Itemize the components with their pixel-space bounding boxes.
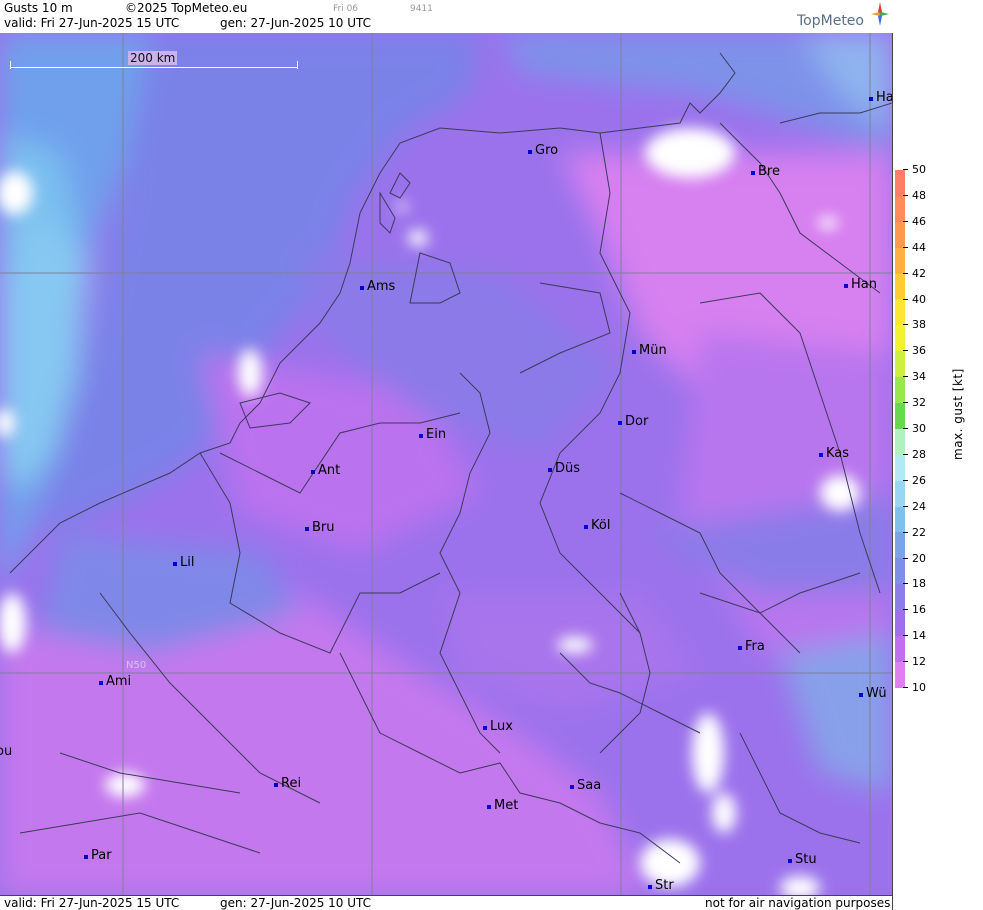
legend-tick: 18 <box>903 577 926 590</box>
legend-tick: 10 <box>903 681 926 694</box>
latitude-label: N50 <box>126 660 147 671</box>
colorbar-segment <box>895 221 905 248</box>
city-label: ou <box>0 744 13 759</box>
product-title: Gusts 10 m <box>4 1 73 15</box>
valid-time: valid: Fri 27-Jun-2025 15 UTC <box>4 16 180 30</box>
copyright: ©2025 TopMeteo.eu <box>125 1 248 15</box>
city-label: Düs <box>548 461 580 476</box>
disclaimer: not for air navigation purposes <box>705 896 891 910</box>
legend-tick: 48 <box>903 189 926 202</box>
footer-gen-time: gen: 27-Jun-2025 10 UTC <box>220 896 372 910</box>
city-label: Ams <box>360 279 395 294</box>
legend-unit-label: max. gust [kt] <box>951 368 965 460</box>
colorbar-segment <box>895 558 905 585</box>
city-label: Bre <box>751 164 780 179</box>
run-code: 9411 <box>410 4 433 14</box>
map-footer: valid: Fri 27-Jun-2025 15 UTC gen: 27-Ju… <box>0 895 893 910</box>
legend-tick: 50 <box>903 163 926 176</box>
city-label: Stu <box>788 852 817 867</box>
gen-time: gen: 27-Jun-2025 10 UTC <box>220 16 372 30</box>
colorbar-segment <box>895 428 905 455</box>
colorbar-segment <box>895 636 905 662</box>
city-label: Han <box>844 277 877 292</box>
city-label: Köl <box>584 518 610 533</box>
colorbar-segment <box>895 584 905 611</box>
legend-tick: 44 <box>903 241 926 254</box>
legend-tick: 12 <box>903 655 926 668</box>
city-label: Dor <box>618 414 648 429</box>
colorbar-segment <box>895 170 905 196</box>
topmeteo-logo: TopMeteo <box>797 2 891 30</box>
city-label: Mün <box>632 343 667 358</box>
city-label: Saa <box>570 778 601 793</box>
city-label: Ha <box>869 90 892 105</box>
city-label: Str <box>648 878 674 893</box>
colorbar-segment <box>895 480 905 507</box>
scale-bar: 200 km <box>10 51 298 69</box>
day-code: Fri 06 <box>333 4 359 14</box>
legend-tick: 40 <box>903 293 926 306</box>
legend-tick: 36 <box>903 344 926 357</box>
legend-tick: 42 <box>903 267 926 280</box>
colorbar-segment <box>895 377 905 404</box>
colorbar-segment <box>895 610 905 637</box>
colorbar-segment <box>895 273 905 300</box>
logo-text: TopMeteo <box>797 13 864 29</box>
legend-tick: 46 <box>903 215 926 228</box>
colorbar-segment <box>895 351 905 378</box>
colorbar-segment <box>895 454 905 481</box>
map-header: Gusts 10 m ©2025 TopMeteo.eu Fri 06 9411… <box>0 0 893 34</box>
city-label: Wü <box>859 686 887 701</box>
legend-tick: 32 <box>903 396 926 409</box>
legend-tick: 28 <box>903 448 926 461</box>
colorbar-segment <box>895 247 905 274</box>
map-canvas <box>0 33 892 895</box>
colorbar-segment <box>895 299 905 326</box>
legend-tick: 20 <box>903 552 926 565</box>
city-label: Lil <box>173 555 194 570</box>
city-label: Met <box>487 798 518 813</box>
colorbar-segment <box>895 532 905 559</box>
city-label: Ant <box>311 463 340 478</box>
city-label: Ami <box>99 674 131 689</box>
scale-label: 200 km <box>128 51 178 65</box>
gust-map[interactable]: 200 km N50 Ha Gro Bre Ams Han Mün Dor Ei… <box>0 33 893 895</box>
legend-tick: 26 <box>903 474 926 487</box>
legend-tick: 14 <box>903 629 926 642</box>
colorbar-segment <box>895 325 905 352</box>
legend-tick: 30 <box>903 422 926 435</box>
city-label: Gro <box>528 143 558 158</box>
legend-tick: 24 <box>903 500 926 513</box>
color-legend: 50 48 46 44 42 40 38 36 34 32 30 28 26 24 22 20 18 16 14 12… <box>893 0 983 909</box>
legend-tick: 38 <box>903 318 926 331</box>
colorbar-segment <box>895 661 905 688</box>
legend-tick: 34 <box>903 370 926 383</box>
colorbar-segment <box>895 195 905 222</box>
city-label: Lux <box>483 719 513 734</box>
city-label: Rei <box>274 776 301 791</box>
city-label: Bru <box>305 520 335 535</box>
colorbar-segment <box>895 506 905 533</box>
city-label: Fra <box>738 639 765 654</box>
city-label: Ein <box>419 427 446 442</box>
city-label: Par <box>84 848 112 863</box>
city-label: Kas <box>819 446 849 461</box>
compass-star-icon <box>871 2 889 26</box>
footer-valid-time: valid: Fri 27-Jun-2025 15 UTC <box>4 896 180 910</box>
legend-tick: 16 <box>903 603 926 616</box>
colorbar-segment <box>895 403 905 429</box>
legend-tick: 22 <box>903 526 926 539</box>
